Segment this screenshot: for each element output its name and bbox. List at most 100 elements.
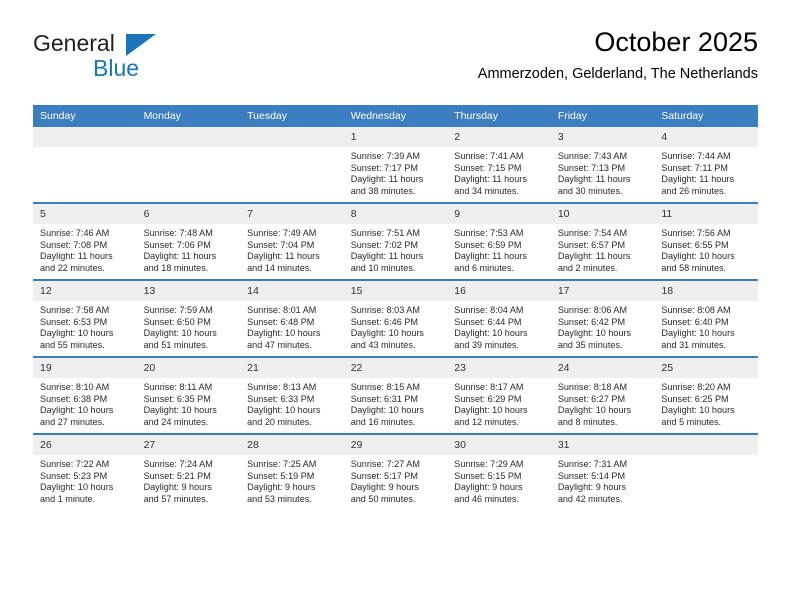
- sunset-line: Sunset: 7:08 PM: [40, 239, 108, 250]
- calendar-day-cell[interactable]: 14 Sunrise: 8:01 AM Sunset: 6:48 PM Dayligh…: [240, 279, 344, 357]
- calendar-day-cell[interactable]: 3 Sunrise: 7:43 AM Sunset: 7:13 PM Daylight…: [550, 127, 655, 203]
- calendar-day-cell[interactable]: 15 Sunrise: 8:03 AM Sunset: 6:46 PM Dayligh…: [343, 279, 448, 357]
- sunrise-line: Sunrise: 8:11 AM: [143, 382, 213, 392]
- calendar-day-cell[interactable]: [240, 127, 344, 203]
- daylight-line: Daylight: 11 hours: [661, 174, 734, 185]
- sunrise-line: Sunrise: 7:44 AM: [661, 151, 731, 161]
- day-cell-content: 21 Sunrise: 8:13 AM Sunset: 6:33 PM Dayligh…: [240, 358, 344, 433]
- daylight-line: Daylight: 9 hours: [143, 482, 212, 493]
- day-cell-content: 30 Sunrise: 7:29 AM Sunset: 5:15 PM Dayligh…: [447, 435, 551, 510]
- calendar-day-cell[interactable]: 18 Sunrise: 8:08 AM Sunset: 6:40 PM Dayligh…: [654, 279, 758, 357]
- day-sun-info: Sunrise: 8:13 AM Sunset: 6:33 PM Daylight:…: [240, 378, 344, 428]
- daylight-line-cont: and 53 minutes.: [247, 493, 312, 504]
- day-cell-content: 5 Sunrise: 7:46 AM Sunset: 7:08 PM Daylight…: [33, 204, 137, 279]
- daylight-line-cont: and 22 minutes.: [40, 262, 105, 273]
- sunset-line: Sunset: 7:02 PM: [350, 239, 418, 250]
- calendar-day-cell[interactable]: 7 Sunrise: 7:49 AM Sunset: 7:04 PM Daylight…: [240, 202, 344, 280]
- day-cell-content: 10 Sunrise: 7:54 AM Sunset: 6:57 PM Dayligh…: [550, 204, 655, 279]
- calendar-day-cell[interactable]: 21 Sunrise: 8:13 AM Sunset: 6:33 PM Dayligh…: [240, 356, 344, 434]
- calendar-day-cell[interactable]: 29 Sunrise: 7:27 AM Sunset: 5:17 PM Dayligh…: [343, 433, 448, 510]
- day-cell-content: 18 Sunrise: 8:08 AM Sunset: 6:40 PM Dayligh…: [654, 281, 758, 356]
- day-cell-content: 26 Sunrise: 7:22 AM Sunset: 5:23 PM Dayligh…: [33, 435, 137, 510]
- day-number: 18: [654, 281, 758, 301]
- day-number: [654, 435, 758, 455]
- daylight-line: Daylight: 9 hours: [247, 482, 316, 493]
- daylight-line: Daylight: 11 hours: [557, 251, 631, 262]
- day-sun-info: [654, 455, 758, 459]
- logo-text-general: General: [33, 30, 115, 56]
- calendar-day-cell[interactable]: 20 Sunrise: 8:11 AM Sunset: 6:35 PM Dayligh…: [136, 356, 241, 434]
- day-sun-info: Sunrise: 7:51 AM Sunset: 7:02 PM Daylight:…: [344, 224, 448, 274]
- sunset-line: Sunset: 7:11 PM: [661, 162, 728, 173]
- daylight-line-cont: and 38 minutes.: [350, 185, 416, 196]
- calendar-week-row: 26 Sunrise: 7:22 AM Sunset: 5:23 PM Dayligh…: [33, 433, 758, 510]
- day-sun-info: Sunrise: 8:10 AM Sunset: 6:38 PM Daylight:…: [33, 378, 137, 428]
- daylight-line: Daylight: 11 hours: [350, 251, 424, 262]
- weekday-header-thursday: Thursday: [447, 105, 551, 127]
- calendar-day-cell[interactable]: 5 Sunrise: 7:46 AM Sunset: 7:08 PM Daylight…: [33, 202, 137, 280]
- calendar-day-cell[interactable]: 26 Sunrise: 7:22 AM Sunset: 5:23 PM Dayligh…: [33, 433, 137, 510]
- sunrise-line: Sunrise: 7:53 AM: [454, 228, 524, 238]
- calendar-day-cell[interactable]: 9 Sunrise: 7:53 AM Sunset: 6:59 PM Daylight…: [447, 202, 551, 280]
- calendar-day-cell[interactable]: 6 Sunrise: 7:48 AM Sunset: 7:06 PM Daylight…: [136, 202, 241, 280]
- day-number: 7: [240, 204, 344, 224]
- day-sun-info: Sunrise: 7:58 AM Sunset: 6:53 PM Daylight:…: [33, 301, 137, 351]
- calendar-day-cell[interactable]: 2 Sunrise: 7:41 AM Sunset: 7:15 PM Daylight…: [447, 127, 551, 203]
- day-number: 10: [550, 204, 655, 224]
- daylight-line: Daylight: 10 hours: [40, 405, 114, 416]
- day-number: 22: [343, 358, 448, 378]
- daylight-line-cont: and 10 minutes.: [350, 262, 416, 273]
- day-number: 19: [33, 358, 137, 378]
- daylight-line-cont: and 39 minutes.: [454, 339, 519, 350]
- calendar-day-cell[interactable]: 31 Sunrise: 7:31 AM Sunset: 5:14 PM Dayligh…: [550, 433, 655, 510]
- day-cell-content: [654, 435, 758, 510]
- calendar-day-cell[interactable]: 1 Sunrise: 7:39 AM Sunset: 7:17 PM Daylight…: [343, 127, 448, 203]
- sunset-line: Sunset: 5:21 PM: [143, 470, 211, 481]
- calendar-day-cell[interactable]: [654, 433, 758, 510]
- day-number: 5: [33, 204, 137, 224]
- calendar-day-cell[interactable]: 22 Sunrise: 8:15 AM Sunset: 6:31 PM Dayligh…: [343, 356, 448, 434]
- calendar-day-cell[interactable]: 27 Sunrise: 7:24 AM Sunset: 5:21 PM Dayligh…: [136, 433, 241, 510]
- day-cell-content: 23 Sunrise: 8:17 AM Sunset: 6:29 PM Dayligh…: [447, 358, 551, 433]
- calendar-day-cell[interactable]: 12 Sunrise: 7:58 AM Sunset: 6:53 PM Dayligh…: [33, 279, 137, 357]
- day-cell-content: 25 Sunrise: 8:20 AM Sunset: 6:25 PM Dayligh…: [654, 358, 758, 433]
- day-number: 6: [136, 204, 241, 224]
- day-sun-info: Sunrise: 7:54 AM Sunset: 6:57 PM Daylight:…: [551, 224, 655, 274]
- daylight-line: Daylight: 10 hours: [454, 328, 528, 339]
- sunset-line: Sunset: 7:06 PM: [143, 239, 211, 250]
- daylight-line-cont: and 35 minutes.: [557, 339, 623, 350]
- calendar-day-cell[interactable]: 10 Sunrise: 7:54 AM Sunset: 6:57 PM Dayligh…: [550, 202, 655, 280]
- sunrise-line: Sunrise: 7:27 AM: [350, 459, 420, 469]
- calendar-day-cell[interactable]: 16 Sunrise: 8:04 AM Sunset: 6:44 PM Dayligh…: [447, 279, 551, 357]
- calendar-day-cell[interactable]: 24 Sunrise: 8:18 AM Sunset: 6:27 PM Dayligh…: [550, 356, 655, 434]
- day-number: 2: [447, 127, 551, 147]
- calendar-day-cell[interactable]: 4 Sunrise: 7:44 AM Sunset: 7:11 PM Daylight…: [654, 127, 758, 203]
- sunset-line: Sunset: 6:25 PM: [661, 393, 729, 404]
- sunset-line: Sunset: 5:15 PM: [454, 470, 522, 481]
- day-cell-content: 12 Sunrise: 7:58 AM Sunset: 6:53 PM Dayligh…: [33, 281, 137, 356]
- daylight-line-cont: and 57 minutes.: [143, 493, 209, 504]
- daylight-line-cont: and 12 minutes.: [454, 416, 519, 427]
- daylight-line: Daylight: 11 hours: [40, 251, 113, 262]
- calendar-day-cell[interactable]: 11 Sunrise: 7:56 AM Sunset: 6:55 PM Dayligh…: [654, 202, 758, 280]
- calendar-day-cell[interactable]: 28 Sunrise: 7:25 AM Sunset: 5:19 PM Dayligh…: [240, 433, 344, 510]
- calendar-day-cell[interactable]: [136, 127, 241, 203]
- calendar-day-cell[interactable]: [33, 127, 137, 203]
- day-cell-content: 29 Sunrise: 7:27 AM Sunset: 5:17 PM Dayligh…: [343, 435, 448, 510]
- calendar-day-cell[interactable]: 23 Sunrise: 8:17 AM Sunset: 6:29 PM Dayligh…: [447, 356, 551, 434]
- calendar-day-cell[interactable]: 25 Sunrise: 8:20 AM Sunset: 6:25 PM Dayligh…: [654, 356, 758, 434]
- day-sun-info: Sunrise: 7:56 AM Sunset: 6:55 PM Daylight:…: [654, 224, 758, 274]
- daylight-line: Daylight: 10 hours: [143, 328, 217, 339]
- calendar-day-cell[interactable]: 30 Sunrise: 7:29 AM Sunset: 5:15 PM Dayligh…: [447, 433, 551, 510]
- calendar-day-cell[interactable]: 13 Sunrise: 7:59 AM Sunset: 6:50 PM Dayligh…: [136, 279, 241, 357]
- sunrise-line: Sunrise: 7:51 AM: [350, 228, 420, 238]
- calendar-day-cell[interactable]: 19 Sunrise: 8:10 AM Sunset: 6:38 PM Dayligh…: [33, 356, 137, 434]
- calendar-day-cell[interactable]: 17 Sunrise: 8:06 AM Sunset: 6:42 PM Dayligh…: [550, 279, 655, 357]
- day-number: 26: [33, 435, 137, 455]
- sunset-line: Sunset: 6:59 PM: [454, 239, 522, 250]
- sunset-line: Sunset: 6:38 PM: [40, 393, 108, 404]
- sunrise-line: Sunrise: 8:03 AM: [350, 305, 420, 315]
- day-cell-content: 4 Sunrise: 7:44 AM Sunset: 7:11 PM Daylight…: [654, 127, 758, 202]
- day-cell-content: 3 Sunrise: 7:43 AM Sunset: 7:13 PM Daylight…: [550, 127, 655, 202]
- calendar-day-cell[interactable]: 8 Sunrise: 7:51 AM Sunset: 7:02 PM Daylight…: [343, 202, 448, 280]
